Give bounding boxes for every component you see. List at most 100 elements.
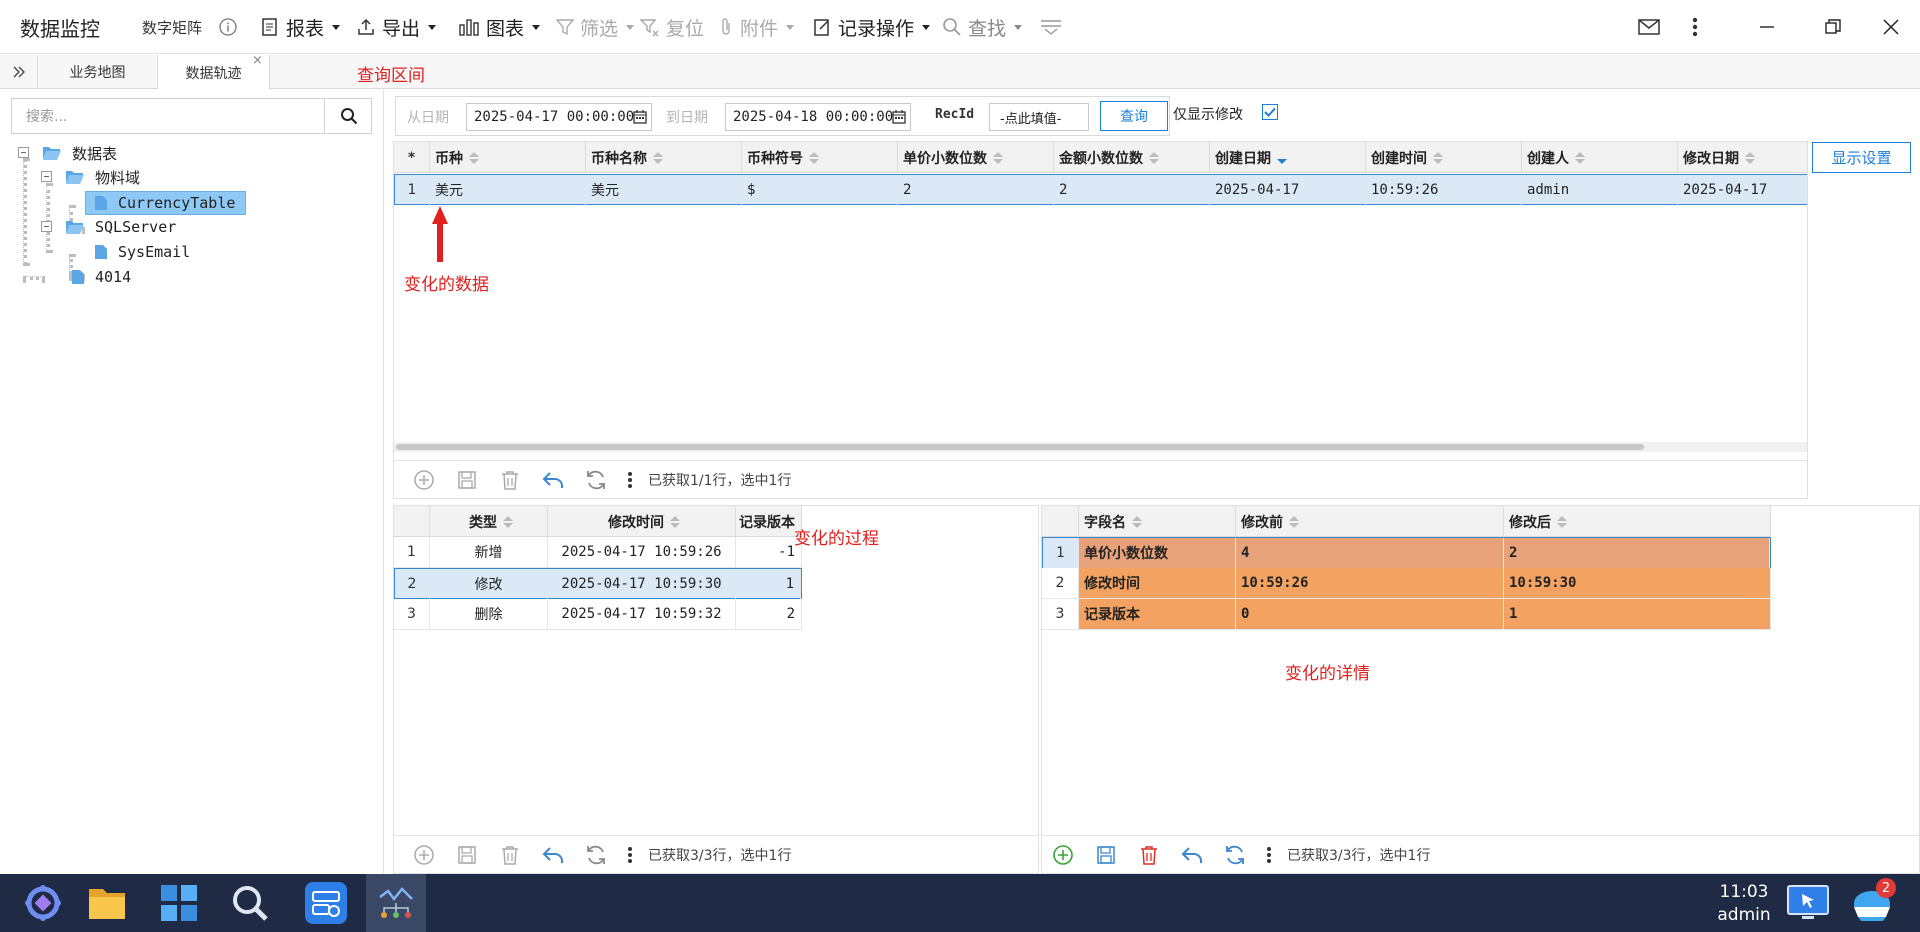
tab-close-icon[interactable]: × xyxy=(252,53,263,68)
header-before[interactable]: 修改前 xyxy=(1236,506,1504,537)
header-price-decimals[interactable]: 单价小数位数 xyxy=(898,142,1054,173)
search-input[interactable]: 搜索... xyxy=(11,98,325,134)
to-date-input[interactable]: 2025-04-18 00:00:00 xyxy=(725,103,911,131)
header-modified-date[interactable]: 修改日期 xyxy=(1678,142,1807,173)
recid-input[interactable]: -点此填值- xyxy=(989,103,1089,131)
record-ops-menu[interactable]: 记录操作 xyxy=(812,0,931,54)
clock-time[interactable]: 11:03 xyxy=(1714,882,1774,902)
save-icon[interactable] xyxy=(454,467,480,493)
tree-node-sqlserver[interactable]: SQLServer xyxy=(65,216,176,238)
cell-changed[interactable]: 10:59:26 xyxy=(1236,568,1504,598)
cell[interactable]: 2025-04-17 10:59:32 xyxy=(548,599,736,629)
from-date-input[interactable]: 2025-04-17 00:00:00 xyxy=(466,103,652,131)
tree-node-domain[interactable]: 物料域 xyxy=(65,166,140,188)
cell-changed[interactable]: 1 xyxy=(1504,599,1771,629)
query-button[interactable]: 查询 xyxy=(1100,101,1168,131)
cell[interactable]: 美元 xyxy=(430,175,586,205)
cell[interactable]: -1 xyxy=(736,537,802,567)
calendar-icon[interactable] xyxy=(892,110,906,124)
header-modified-time[interactable]: 修改时间 xyxy=(548,506,736,537)
cell[interactable]: $ xyxy=(742,175,898,205)
collapse-icon[interactable] xyxy=(1040,0,1062,54)
tree-node-currency-table[interactable]: CurrencyTable xyxy=(85,191,247,215)
tab-business-map[interactable]: 业务地图 xyxy=(38,55,158,89)
save-icon[interactable] xyxy=(454,842,480,868)
tree-node-root[interactable]: 数据表 xyxy=(42,142,117,164)
table-row[interactable]: 2 修改时间 10:59:26 10:59:30 xyxy=(1042,568,1771,599)
save-icon[interactable] xyxy=(1093,842,1119,868)
more-icon[interactable] xyxy=(626,467,634,493)
checkbox-icon[interactable] xyxy=(1262,104,1278,120)
cell[interactable]: 2025-04-17 10:59:26 xyxy=(548,537,736,567)
header-created-time[interactable]: 创建时间 xyxy=(1366,142,1522,173)
add-icon[interactable] xyxy=(1050,842,1076,868)
header-currency[interactable]: 币种 xyxy=(430,142,586,173)
cell[interactable]: 删除 xyxy=(430,599,548,629)
display-settings-button[interactable]: 显示设置 xyxy=(1812,142,1911,173)
delete-icon[interactable] xyxy=(1136,842,1162,868)
cell[interactable]: 10:59:26 xyxy=(1366,175,1522,205)
tree-node-sysemail[interactable]: SysEmail xyxy=(94,241,190,263)
header-currency-symbol[interactable]: 币种符号 xyxy=(742,142,898,173)
calendar-icon[interactable] xyxy=(633,110,647,124)
scrollbar-thumb[interactable] xyxy=(396,444,1644,450)
app-grid-icon[interactable] xyxy=(151,874,207,932)
minimize-icon[interactable] xyxy=(1744,0,1790,54)
cell[interactable]: 2025-04-17 xyxy=(1678,175,1807,205)
header-created-date[interactable]: 创建日期 xyxy=(1210,142,1366,173)
tree-node-4014[interactable]: 4014 xyxy=(71,266,131,288)
table-row[interactable]: 1 美元 美元 $ 2 2 2025-04-17 10:59:26 admin … xyxy=(394,174,1807,205)
data-monitor-app-icon[interactable] xyxy=(366,874,426,932)
cell-changed[interactable]: 4 xyxy=(1236,538,1504,568)
table-row-selected[interactable]: 1 单价小数位数 4 2 xyxy=(1042,537,1771,568)
undo-icon[interactable] xyxy=(540,842,566,868)
expand-panel-icon[interactable] xyxy=(0,55,38,89)
tree-collapse-toggle[interactable] xyxy=(18,147,29,158)
mail-icon[interactable] xyxy=(1626,0,1672,54)
cell-changed[interactable]: 10:59:30 xyxy=(1504,568,1771,598)
tree-collapse-toggle[interactable] xyxy=(41,171,52,182)
cell-changed[interactable]: 修改时间 xyxy=(1079,568,1236,598)
header-currency-name[interactable]: 币种名称 xyxy=(586,142,742,173)
table-row[interactable]: 3 记录版本 0 1 xyxy=(1042,599,1771,630)
more-icon[interactable] xyxy=(1265,842,1273,868)
header-type[interactable]: 类型 xyxy=(430,506,548,537)
tree-collapse-toggle[interactable] xyxy=(41,221,52,232)
more-icon[interactable] xyxy=(1672,0,1718,54)
attachment-menu[interactable]: 附件 xyxy=(718,0,795,54)
file-manager-icon[interactable] xyxy=(79,874,135,932)
cell[interactable]: admin xyxy=(1522,175,1678,205)
refresh-icon[interactable] xyxy=(583,467,609,493)
delete-icon[interactable] xyxy=(497,842,523,868)
search-button[interactable] xyxy=(326,98,372,134)
chart-menu[interactable]: 图表 xyxy=(458,0,541,54)
cell[interactable]: 2 xyxy=(736,599,802,629)
launcher-icon[interactable] xyxy=(15,874,71,932)
table-row[interactable]: 3 删除 2025-04-17 10:59:32 2 xyxy=(394,599,802,630)
cell-changed[interactable]: 2 xyxy=(1504,538,1770,568)
header-after[interactable]: 修改后 xyxy=(1504,506,1771,537)
undo-icon[interactable] xyxy=(1179,842,1205,868)
cell[interactable]: 2025-04-17 10:59:30 xyxy=(548,569,736,599)
cell-changed[interactable]: 记录版本 xyxy=(1079,599,1236,629)
cell[interactable]: 美元 xyxy=(586,175,742,205)
search-icon[interactable] xyxy=(222,874,278,932)
cell[interactable]: 1 xyxy=(736,569,801,599)
table-row-selected[interactable]: 2 修改 2025-04-17 10:59:30 1 xyxy=(394,568,802,599)
close-icon[interactable] xyxy=(1868,0,1914,54)
filter-menu[interactable]: 筛选 xyxy=(556,0,635,54)
find-menu[interactable]: 查找 xyxy=(942,0,1023,54)
server-app-icon[interactable] xyxy=(298,874,354,932)
info-icon[interactable] xyxy=(218,0,238,54)
header-field-name[interactable]: 字段名 xyxy=(1079,506,1236,537)
undo-icon[interactable] xyxy=(540,467,566,493)
delete-icon[interactable] xyxy=(497,467,523,493)
export-menu[interactable]: 导出 xyxy=(356,0,437,54)
cell-changed[interactable]: 0 xyxy=(1236,599,1504,629)
add-icon[interactable] xyxy=(411,467,437,493)
desktop-icon[interactable] xyxy=(1780,874,1836,932)
header-record-version[interactable]: 记录版本 xyxy=(736,506,802,537)
report-menu[interactable]: 报表 xyxy=(260,0,341,54)
cell[interactable]: 新增 xyxy=(430,537,548,567)
more-icon[interactable] xyxy=(626,842,634,868)
